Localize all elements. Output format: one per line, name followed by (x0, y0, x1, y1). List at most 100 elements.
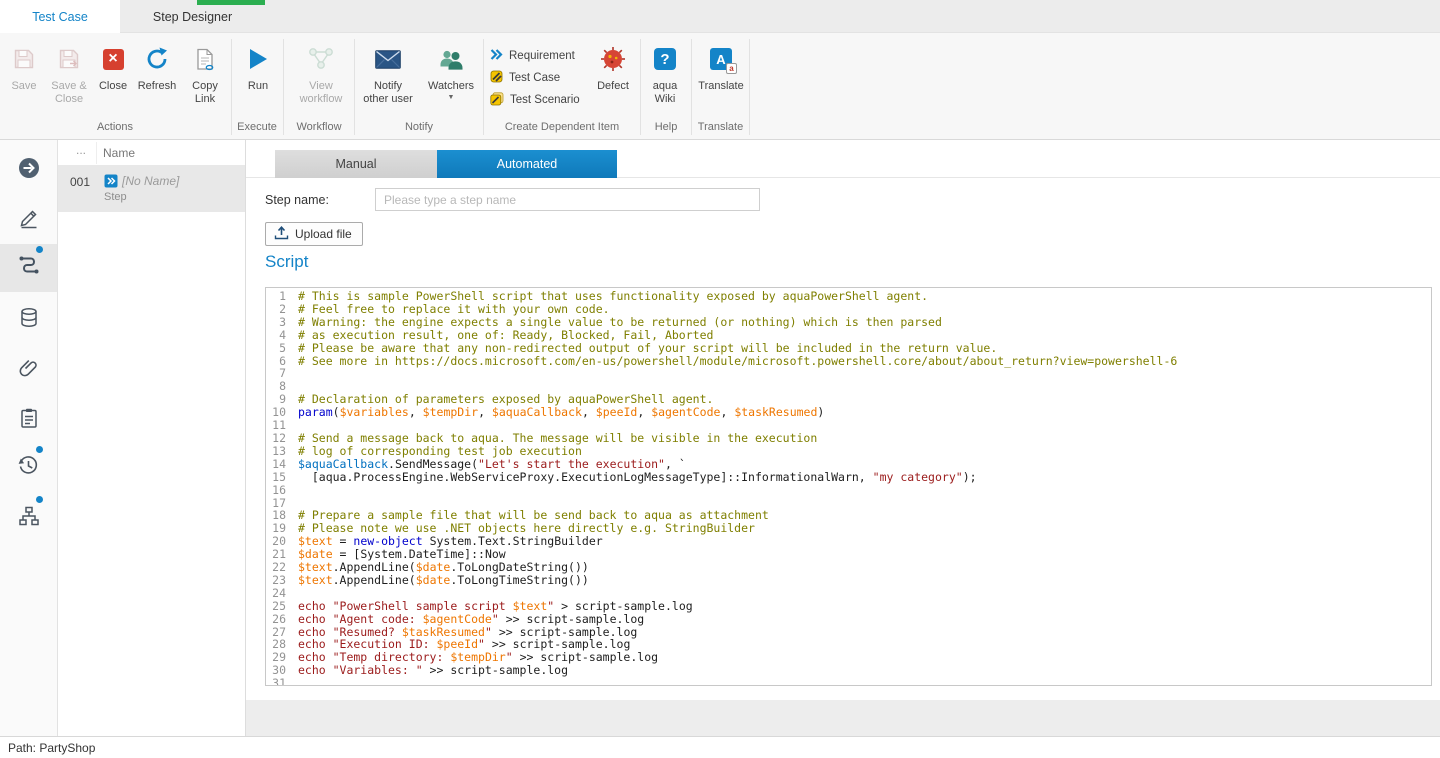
step-name-label: Step name: (265, 193, 329, 207)
script-editor[interactable]: 1234567891011121314151617181920212223242… (265, 287, 1432, 686)
translate-button[interactable]: Aa Translate (695, 41, 747, 115)
close-label: Close (99, 80, 127, 93)
steps-panel: ... Name 001 [No Name] Step (58, 140, 246, 736)
sidebar-item-edit[interactable] (0, 196, 57, 244)
run-icon (250, 49, 267, 69)
tab-automated-label: Automated (497, 157, 557, 171)
create-requirement-button[interactable]: Requirement (490, 46, 575, 66)
tab-automated[interactable]: Automated (437, 150, 617, 178)
create-defect-button[interactable]: Defect (591, 41, 635, 115)
upload-icon (274, 226, 289, 243)
window-tab-test-case-label: Test Case (32, 10, 88, 24)
sidebar-item-steps[interactable] (0, 244, 57, 292)
create-test-scenario-label: Test Scenario (510, 94, 580, 106)
ribbon-separator (749, 39, 750, 135)
app-window: Test Case Step Designer Save Save & Clos… (0, 0, 1440, 758)
workflow-icon (307, 41, 335, 77)
notify-other-user-button[interactable]: Notify other user (360, 41, 416, 115)
tab-manual-label: Manual (336, 157, 377, 171)
tab-manual[interactable]: Manual (275, 150, 437, 178)
close-icon: × (103, 49, 124, 70)
steps-column-name: Name (103, 146, 135, 160)
upload-file-label: Upload file (295, 227, 352, 241)
watchers-label: Watchers (428, 80, 474, 93)
notification-dot (36, 246, 43, 253)
run-button[interactable]: Run (236, 41, 280, 115)
aqua-wiki-label: aqua Wiki (643, 80, 687, 106)
line-numbers: 1234567891011121314151617181920212223242… (266, 288, 292, 685)
window-tab-step-designer-label: Step Designer (153, 10, 232, 24)
view-workflow-button[interactable]: View workflow (288, 41, 354, 115)
copy-link-label: Copy Link (182, 80, 228, 106)
ribbon-group-execute: Execute (232, 121, 282, 135)
sidebar-item-data[interactable] (0, 296, 57, 344)
step-name-text: [No Name] (122, 174, 179, 188)
progress-indicator (197, 0, 265, 5)
sidebar-item-history[interactable] (0, 444, 57, 492)
watchers-button[interactable]: Watchers ▼ (422, 41, 480, 115)
header-divider (96, 142, 97, 164)
ribbon-group-workflow: Workflow (284, 121, 354, 135)
run-label: Run (248, 80, 268, 93)
create-requirement-label: Requirement (509, 50, 575, 62)
test-scenario-icon (490, 92, 504, 109)
close-button[interactable]: × Close (94, 41, 132, 115)
status-path-text: Path: PartyShop (8, 741, 95, 755)
envelope-icon (375, 41, 401, 77)
save-icon (12, 41, 36, 77)
translate-icon: Aa (710, 48, 732, 70)
sidebar-item-attachments[interactable] (0, 346, 57, 394)
create-test-case-button[interactable]: Test Case (490, 68, 560, 88)
step-name-input[interactable] (375, 188, 760, 211)
steps-column-options[interactable]: ... (76, 143, 86, 157)
sidebar-item-go[interactable] (0, 146, 57, 194)
paperclip-icon (18, 357, 40, 384)
ribbon-group-help: Help (641, 121, 691, 135)
clipboard-icon (18, 407, 40, 434)
steps-flow-icon (17, 254, 41, 283)
requirement-icon (490, 48, 503, 64)
code-lines[interactable]: # This is sample PowerShell script that … (292, 288, 1177, 685)
sitemap-icon (18, 505, 40, 532)
content-footer-band (246, 700, 1440, 736)
ribbon-group-notify: Notify (355, 121, 483, 135)
save-and-close-label: Save & Close (44, 80, 94, 106)
step-type-text: Step (104, 191, 127, 203)
ribbon-group-actions: Actions (0, 121, 230, 135)
ribbon-group-create-dependent-item: Create Dependent Item (484, 121, 640, 135)
window-tab-bar: Test Case Step Designer (0, 0, 1440, 33)
steps-panel-header: ... Name (58, 140, 245, 166)
notification-dot (36, 496, 43, 503)
defect-bug-icon (600, 41, 626, 77)
help-question-icon: ? (654, 48, 676, 70)
step-detail-content: Manual Automated Step name: Upload file … (246, 140, 1440, 700)
sidebar (0, 140, 58, 736)
create-test-scenario-button[interactable]: Test Scenario (490, 90, 580, 110)
step-list-item[interactable]: 001 [No Name] Step (58, 166, 245, 212)
status-bar: Path: PartyShop (0, 736, 1440, 758)
save-label: Save (11, 80, 36, 93)
notify-other-user-label: Notify other user (360, 80, 416, 106)
aqua-wiki-button[interactable]: ? aqua Wiki (643, 41, 687, 115)
sidebar-item-dependencies[interactable] (0, 494, 57, 542)
step-number: 001 (70, 175, 90, 189)
save-and-close-icon (57, 41, 81, 77)
go-arrow-icon (17, 156, 41, 185)
create-test-case-label: Test Case (509, 72, 560, 84)
translate-label: Translate (698, 80, 743, 93)
watchers-icon (438, 41, 465, 77)
window-tab-test-case[interactable]: Test Case (0, 0, 120, 33)
refresh-button[interactable]: Refresh (132, 41, 182, 115)
chevron-down-icon: ▼ (448, 94, 455, 101)
upload-file-button[interactable]: Upload file (265, 222, 363, 246)
save-button[interactable]: Save (4, 41, 44, 115)
notification-dot (36, 446, 43, 453)
sidebar-item-checklist[interactable] (0, 396, 57, 444)
save-and-close-button[interactable]: Save & Close (44, 41, 94, 115)
history-clock-icon (17, 454, 40, 482)
edit-pencil-icon (18, 207, 40, 234)
test-case-icon (490, 70, 503, 86)
script-heading: Script (265, 252, 308, 272)
refresh-label: Refresh (138, 80, 177, 93)
copy-link-button[interactable]: Copy Link (182, 41, 228, 115)
